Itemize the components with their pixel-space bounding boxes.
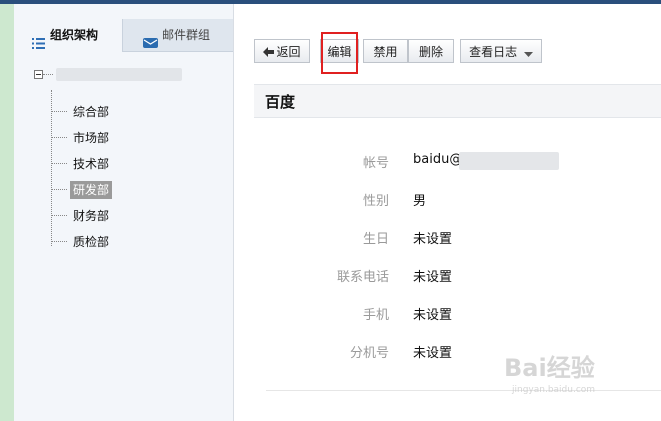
field-row-gender: 性别 男 xyxy=(254,190,661,210)
field-value: 未设置 xyxy=(413,270,453,285)
field-value: 男 xyxy=(413,194,427,209)
sidebar: 组织架构 邮件群组 综合部 市场部 技术部 研发部 财务部 质检部 xyxy=(14,4,234,421)
tree-node-label: 技术部 xyxy=(73,157,110,171)
tree-root-label-redacted xyxy=(56,68,182,81)
tree-node-yanfa[interactable]: 研发部 xyxy=(51,179,151,201)
tree-node-label-selected: 研发部 xyxy=(70,181,113,199)
divider xyxy=(266,390,661,391)
field-label: 性别 xyxy=(362,194,389,209)
disable-button-label: 禁用 xyxy=(373,45,398,59)
tree-node-jishu[interactable]: 技术部 xyxy=(51,153,151,175)
left-edge-strip xyxy=(0,4,14,421)
field-row-phone: 联系电话 未设置 xyxy=(254,266,661,286)
delete-button-label: 删除 xyxy=(418,45,443,59)
field-row-birthday: 生日 未设置 xyxy=(254,228,661,248)
tab-org-structure-label: 组织架构 xyxy=(50,28,99,42)
redacted-block xyxy=(459,152,559,170)
tree-node-zhijian[interactable]: 质检部 xyxy=(51,231,151,253)
tree-connector xyxy=(51,241,67,242)
tree-node-label: 市场部 xyxy=(73,131,110,145)
tab-org-structure[interactable]: 组织架构 xyxy=(14,19,123,52)
field-row-account: 帐号 baidu@ xyxy=(254,152,661,172)
field-label: 帐号 xyxy=(362,156,389,171)
field-value: baidu@ xyxy=(413,152,463,167)
mail-group-icon xyxy=(143,29,158,61)
field-label: 分机号 xyxy=(349,346,389,361)
field-value: 未设置 xyxy=(413,346,453,361)
profile-header: 百度 xyxy=(254,84,661,118)
field-label: 生日 xyxy=(362,232,389,247)
view-log-button[interactable]: 查看日志 xyxy=(460,39,542,63)
tab-mail-groups[interactable]: 邮件群组 xyxy=(122,19,233,52)
watermark-url: jingyan.baidu.com xyxy=(512,385,596,395)
tree-node-caiwu[interactable]: 财务部 xyxy=(51,205,151,227)
tree-node-zonghe[interactable]: 综合部 xyxy=(51,101,151,123)
watermark-brand: Bai经验 xyxy=(504,354,595,382)
tree-connector xyxy=(51,163,67,164)
field-value: 未设置 xyxy=(413,232,453,247)
field-label: 手机 xyxy=(362,308,389,323)
back-button-label: 返回 xyxy=(276,45,301,59)
tree-node-shichang[interactable]: 市场部 xyxy=(51,127,151,149)
disable-button[interactable]: 禁用 xyxy=(363,39,408,63)
delete-button[interactable]: 删除 xyxy=(408,39,454,63)
caret-down-icon xyxy=(523,41,533,65)
tree-connector xyxy=(51,137,67,138)
field-label: 联系电话 xyxy=(336,270,389,285)
tree-node-label: 质检部 xyxy=(73,235,110,249)
main-panel: 返回 编辑 禁用 删除 查看日志 百度 帐号 baidu@ 性别 男 生日 未设… xyxy=(234,4,661,421)
list-icon xyxy=(32,29,45,61)
field-row-mobile: 手机 未设置 xyxy=(254,304,661,324)
tree-connector xyxy=(51,111,67,112)
collapse-toggle-icon[interactable] xyxy=(34,70,43,79)
tree-connector xyxy=(51,215,67,216)
back-button[interactable]: 返回 xyxy=(254,39,310,63)
highlight-box xyxy=(321,32,358,74)
sidebar-tabs: 组织架构 邮件群组 xyxy=(14,19,233,52)
field-row-extension: 分机号 未设置 xyxy=(254,342,661,362)
watermark: Bai经验 jingyan.baidu.com xyxy=(504,348,595,395)
tree-connector xyxy=(43,74,53,75)
tree-node-label: 综合部 xyxy=(73,105,110,119)
tree-node-label: 财务部 xyxy=(73,209,110,223)
profile-name: 百度 xyxy=(265,93,296,111)
field-value: 未设置 xyxy=(413,308,453,323)
tab-mail-groups-label: 邮件群组 xyxy=(162,28,211,42)
arrow-left-icon xyxy=(263,41,275,65)
tree-connector xyxy=(51,189,67,190)
view-log-button-label: 查看日志 xyxy=(469,45,518,59)
